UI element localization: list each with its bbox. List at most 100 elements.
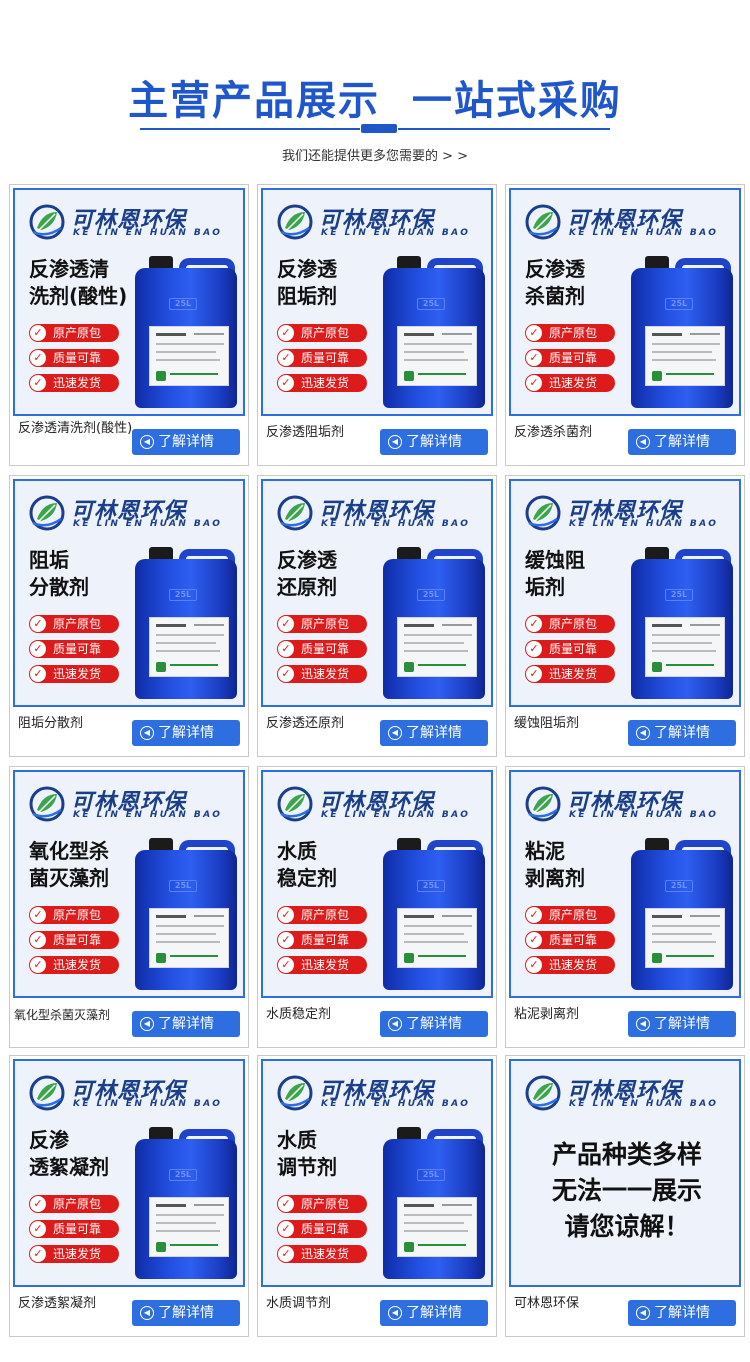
learn-more-button[interactable]: ◀ 了解详情 <box>132 1011 240 1037</box>
brand-name-en: KE LIN EN HUAN BAO <box>569 228 719 238</box>
label-line <box>690 333 720 335</box>
product-card[interactable]: 可林恩环保 KE LIN EN HUAN BAO 反渗 透絮凝剂 ✓ 原产原包 ✓ 质量可靠 ✓… <box>9 1055 249 1337</box>
brand-logo: 可林恩环保 KE LIN EN HUAN BAO <box>525 491 725 535</box>
notice-card[interactable]: 可林恩环保 KE LIN EN HUAN BAO 产品种类多样 无法一一展示 请您谅解！… <box>505 1055 745 1337</box>
feature-tags: ✓ 原产原包 ✓ 质量可靠 ✓ 迅速发货 <box>277 1195 367 1270</box>
product-name-line: 反渗透 <box>277 548 337 572</box>
product-drum-image: 25L <box>627 256 737 408</box>
label-line <box>194 1204 224 1206</box>
label-line <box>652 650 716 652</box>
feature-tag-label: 迅速发货 <box>549 376 598 390</box>
drum-body: 25L <box>135 559 237 699</box>
product-footer-name: 反渗透还原剂 <box>266 716 345 731</box>
learn-more-button[interactable]: ◀ 了解详情 <box>380 429 488 455</box>
feature-tag: ✓ 迅速发货 <box>29 1245 119 1263</box>
product-footer-name: 反渗透阻垢剂 <box>266 425 345 440</box>
product-name-line: 调节剂 <box>277 1155 337 1179</box>
feature-tag-label: 原产原包 <box>301 617 350 631</box>
feature-tag-label: 原产原包 <box>53 908 102 922</box>
learn-more-button[interactable]: ◀ 了解详情 <box>380 720 488 746</box>
learn-more-label: 了解详情 <box>158 434 214 450</box>
learn-more-button[interactable]: ◀ 了解详情 <box>380 1300 488 1326</box>
label-line <box>442 1204 472 1206</box>
arrow-left-icon: ◀ <box>388 1306 402 1320</box>
label-line <box>156 650 220 652</box>
check-icon: ✓ <box>278 666 294 682</box>
drum-body: 25L <box>383 1139 485 1279</box>
check-icon: ✓ <box>30 1221 46 1237</box>
check-icon: ✓ <box>30 932 46 948</box>
product-card[interactable]: 可林恩环保 KE LIN EN HUAN BAO 水质 调节剂 ✓ 原产原包 ✓ 质量可靠 ✓ 迅… <box>257 1055 497 1337</box>
brand-logo: 可林恩环保 KE LIN EN HUAN BAO <box>277 491 477 535</box>
label-line <box>156 642 216 644</box>
product-name-line: 水质 <box>277 1128 317 1152</box>
learn-more-button[interactable]: ◀ 了解详情 <box>628 1300 736 1326</box>
product-image-frame: 可林恩环保 KE LIN EN HUAN BAO 缓蚀阻 垢剂 ✓ 原产原包 ✓ 质量可靠 ✓ 迅… <box>509 479 741 707</box>
feature-tag: ✓ 质量可靠 <box>29 931 119 949</box>
check-icon: ✓ <box>30 616 46 632</box>
learn-more-button[interactable]: ◀ 了解详情 <box>628 1011 736 1037</box>
label-line <box>170 955 218 957</box>
page-title: 主营产品展示 一站式采购 <box>128 78 622 124</box>
product-name-line: 缓蚀阻 <box>525 548 585 572</box>
label-line <box>652 933 712 935</box>
product-footer-name: 可林恩环保 <box>514 1296 580 1311</box>
brand-name-en: KE LIN EN HUAN BAO <box>73 1099 223 1109</box>
product-card[interactable]: 可林恩环保 KE LIN EN HUAN BAO 阻垢 分散剂 ✓ 原产原包 ✓ 质量可靠 ✓ 迅… <box>9 475 249 757</box>
feature-tag-label: 质量可靠 <box>301 351 350 365</box>
label-line <box>404 953 414 963</box>
product-image-frame: 可林恩环保 KE LIN EN HUAN BAO 氧化型杀 菌灭藻剂 ✓ 原产原包 ✓ 质量可… <box>13 770 245 998</box>
label-line <box>156 351 216 353</box>
brand-name-en: KE LIN EN HUAN BAO <box>569 519 719 529</box>
product-footer-name: 反渗透清洗剂(酸性) <box>18 421 133 436</box>
label-line <box>194 624 224 626</box>
arrow-left-icon: ◀ <box>636 1017 650 1031</box>
product-card[interactable]: 可林恩环保 KE LIN EN HUAN BAO 反渗透 阻垢剂 ✓ 原产原包 ✓ 质量可靠 ✓… <box>257 184 497 466</box>
learn-more-button[interactable]: ◀ 了解详情 <box>132 720 240 746</box>
drum-label <box>645 617 725 677</box>
learn-more-button[interactable]: ◀ 了解详情 <box>628 720 736 746</box>
feature-tag: ✓ 质量可靠 <box>277 640 367 658</box>
product-drum-image: 25L <box>627 547 737 699</box>
check-icon: ✓ <box>526 375 542 391</box>
label-line <box>404 371 414 381</box>
product-image-frame: 可林恩环保 KE LIN EN HUAN BAO 反渗透 杀菌剂 ✓ 原产原包 ✓ 质量可靠 ✓… <box>509 188 741 416</box>
product-card[interactable]: 可林恩环保 KE LIN EN HUAN BAO 氧化型杀 菌灭藻剂 ✓ 原产原包 ✓ 质量可… <box>9 766 249 1048</box>
learn-more-button[interactable]: ◀ 了解详情 <box>132 429 240 455</box>
label-line <box>156 915 186 918</box>
leaf-logo-icon <box>29 204 65 240</box>
product-image-frame: 可林恩环保 KE LIN EN HUAN BAO 产品种类多样 无法一一展示 请您谅解！ <box>509 1059 741 1287</box>
label-line <box>666 955 714 957</box>
product-drum-image: 25L <box>379 1127 489 1279</box>
brand-logo: 可林恩环保 KE LIN EN HUAN BAO <box>525 200 725 244</box>
product-footer-name: 氧化型杀菌灭藻剂 <box>14 1008 111 1022</box>
label-line <box>404 941 468 943</box>
arrow-left-icon: ◀ <box>636 726 650 740</box>
feature-tag: ✓ 质量可靠 <box>277 931 367 949</box>
product-card[interactable]: 可林恩环保 KE LIN EN HUAN BAO 反渗透 还原剂 ✓ 原产原包 ✓ 质量可靠 ✓… <box>257 475 497 757</box>
drum-label <box>397 1197 477 1257</box>
learn-more-label: 了解详情 <box>406 1016 462 1032</box>
label-line <box>156 1222 216 1224</box>
feature-tag-label: 质量可靠 <box>301 1222 350 1236</box>
learn-more-button[interactable]: ◀ 了解详情 <box>628 429 736 455</box>
product-card[interactable]: 可林恩环保 KE LIN EN HUAN BAO 水质 稳定剂 ✓ 原产原包 ✓ 质量可靠 ✓ 迅… <box>257 766 497 1048</box>
check-icon: ✓ <box>30 375 46 391</box>
drum-body: 25L <box>135 1139 237 1279</box>
feature-tag: ✓ 原产原包 <box>525 906 615 924</box>
feature-tag-label: 原产原包 <box>53 1197 102 1211</box>
label-line <box>652 333 682 336</box>
learn-more-button[interactable]: ◀ 了解详情 <box>132 1300 240 1326</box>
product-card[interactable]: 可林恩环保 KE LIN EN HUAN BAO 反渗透清 洗剂(酸性) ✓ 原产原包 ✓ 质… <box>9 184 249 466</box>
product-card[interactable]: 可林恩环保 KE LIN EN HUAN BAO 粘泥 剥离剂 ✓ 原产原包 ✓ 质量可靠 ✓ 迅… <box>505 766 745 1048</box>
leaf-logo-icon <box>29 1075 65 1111</box>
learn-more-button[interactable]: ◀ 了解详情 <box>380 1011 488 1037</box>
product-card[interactable]: 可林恩环保 KE LIN EN HUAN BAO 缓蚀阻 垢剂 ✓ 原产原包 ✓ 质量可靠 ✓ 迅… <box>505 475 745 757</box>
label-line <box>652 925 720 927</box>
product-name: 反渗透 杀菌剂 <box>525 256 635 310</box>
feature-tag: ✓ 迅速发货 <box>525 374 615 392</box>
feature-tag-label: 迅速发货 <box>301 667 350 681</box>
label-line <box>404 915 434 918</box>
feature-tag: ✓ 原产原包 <box>29 615 119 633</box>
product-card[interactable]: 可林恩环保 KE LIN EN HUAN BAO 反渗透 杀菌剂 ✓ 原产原包 ✓ 质量可靠 ✓… <box>505 184 745 466</box>
